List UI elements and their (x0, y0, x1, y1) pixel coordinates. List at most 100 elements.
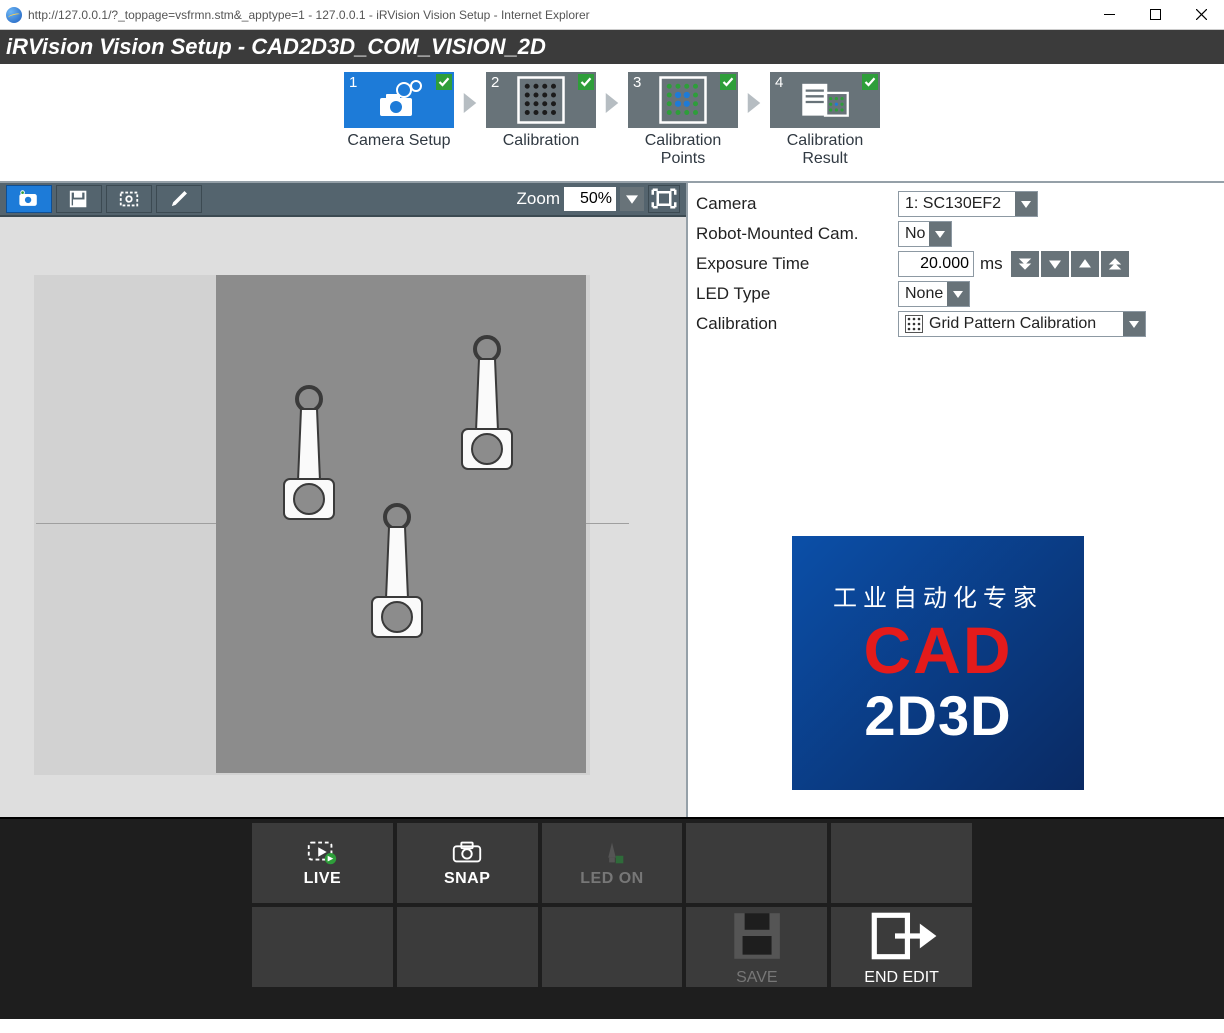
image-toolbar: Zoom 50% (0, 183, 686, 217)
app-title: iRVision Vision Setup - CAD2D3D_COM_VISI… (6, 34, 546, 60)
exposure-down-button[interactable] (1041, 251, 1069, 277)
grid-icon (905, 315, 923, 333)
wizard-step-number: 3 (633, 74, 641, 91)
robot-mounted-select[interactable]: No (898, 221, 952, 247)
prop-label: Exposure Time (696, 254, 898, 274)
led-icon (595, 838, 629, 866)
check-icon (578, 74, 594, 90)
ie-icon (6, 7, 22, 23)
exposure-time-input[interactable] (898, 251, 974, 277)
select-value: No (899, 222, 929, 246)
check-icon (436, 74, 452, 90)
wizard-step-label: Calibration (481, 132, 601, 150)
blank-button-4 (397, 907, 538, 987)
led-on-button: LED ON (542, 823, 683, 903)
button-label: END EDIT (864, 969, 939, 987)
save-icon (726, 907, 788, 965)
dropdown-icon[interactable] (947, 282, 969, 306)
grid-dots-icon (516, 80, 566, 120)
wizard-step-label: Camera Setup (339, 132, 459, 150)
exposure-fast-up-button[interactable] (1101, 251, 1129, 277)
mask-tool-button[interactable] (106, 185, 152, 213)
calibration-result-icon (800, 80, 850, 120)
wizard-arrow-icon (463, 93, 477, 118)
prop-row-camera: Camera 1: SC130EF2 (696, 189, 1216, 219)
exposure-unit: ms (980, 254, 1003, 274)
calibration-points-icon (658, 80, 708, 120)
camera-pane: Zoom 50% (0, 183, 688, 817)
blank-button-1 (686, 823, 827, 903)
window-maximize-button[interactable] (1132, 0, 1178, 30)
crosshair-line (36, 523, 222, 524)
exposure-fast-down-button[interactable] (1011, 251, 1039, 277)
button-label: LIVE (304, 870, 342, 888)
calibration-select[interactable]: Grid Pattern Calibration (898, 311, 1146, 337)
button-label: LED ON (580, 870, 643, 888)
camera-view-button[interactable] (6, 185, 52, 213)
zoom-label: Zoom (517, 189, 560, 209)
button-label: SAVE (736, 969, 778, 987)
led-type-select[interactable]: None (898, 281, 970, 307)
button-label: SNAP (444, 870, 490, 888)
app-header: iRVision Vision Setup - CAD2D3D_COM_VISI… (0, 30, 1224, 64)
end-edit-button[interactable]: END EDIT (831, 907, 972, 987)
prop-row-led-type: LED Type None (696, 279, 1216, 309)
prop-row-calibration: Calibration Grid Pattern Calibration (696, 309, 1216, 339)
brand-tagline: 工业自动化专家 (833, 578, 1043, 613)
camera-select[interactable]: 1: SC130EF2 (898, 191, 1038, 217)
save-button: SAVE (686, 907, 827, 987)
exposure-up-button[interactable] (1071, 251, 1099, 277)
zoom-value: 50% (564, 187, 616, 211)
select-value: 1: SC130EF2 (899, 192, 1015, 216)
blank-button-2 (831, 823, 972, 903)
wizard-step-calibration-result[interactable]: 4 (770, 72, 880, 128)
wizard-step-number: 1 (349, 74, 357, 91)
camera-image (216, 275, 586, 773)
wizard-arrow-icon (747, 93, 761, 118)
zoom-dropdown-button[interactable] (620, 187, 644, 211)
wizard-step-label: Calibration Points (623, 132, 743, 169)
brand-line-2d3d: 2D3D (864, 683, 1011, 748)
exit-icon (866, 907, 936, 965)
wizard-steps: 1 Camera Setup 2 (0, 64, 1224, 181)
camera-gears-icon (374, 80, 424, 120)
window-minimize-button[interactable] (1086, 0, 1132, 30)
window-close-button[interactable] (1178, 0, 1224, 30)
wizard-step-calibration-points[interactable]: 3 (628, 72, 738, 128)
wizard-step-calibration[interactable]: 2 (486, 72, 596, 128)
browser-title-text: http://127.0.0.1/?_toppage=vsfrmn.stm&_a… (28, 8, 590, 22)
snap-button[interactable]: SNAP (397, 823, 538, 903)
prop-row-exposure: Exposure Time ms (696, 249, 1216, 279)
live-button[interactable]: LIVE (252, 823, 393, 903)
prop-row-robot-mounted: Robot-Mounted Cam. No (696, 219, 1216, 249)
wizard-arrow-icon (605, 93, 619, 118)
brand-line-cad: CAD (864, 617, 1013, 683)
browser-titlebar: http://127.0.0.1/?_toppage=vsfrmn.stm&_a… (0, 0, 1224, 30)
select-value: None (899, 282, 947, 306)
dropdown-icon[interactable] (1015, 192, 1037, 216)
snap-icon (450, 838, 484, 866)
dropdown-icon[interactable] (929, 222, 951, 246)
dropdown-icon[interactable] (1123, 312, 1145, 336)
color-picker-button[interactable] (156, 185, 202, 213)
brand-logo-card: 工业自动化专家 CAD 2D3D (792, 536, 1084, 790)
wizard-step-number: 4 (775, 74, 783, 91)
wizard-step-camera-setup[interactable]: 1 (344, 72, 454, 128)
zoom-fit-button[interactable] (648, 185, 680, 213)
prop-label: Camera (696, 194, 898, 214)
prop-label: LED Type (696, 284, 898, 304)
check-icon (862, 74, 878, 90)
live-icon (305, 838, 339, 866)
blank-button-5 (542, 907, 683, 987)
check-icon (720, 74, 736, 90)
save-image-button[interactable] (56, 185, 102, 213)
wizard-step-number: 2 (491, 74, 499, 91)
calibration-value-text: Grid Pattern Calibration (929, 315, 1096, 333)
camera-view-area[interactable] (0, 217, 686, 817)
prop-label: Robot-Mounted Cam. (696, 224, 898, 244)
prop-label: Calibration (696, 314, 898, 334)
select-value: Grid Pattern Calibration (899, 312, 1123, 336)
wizard-step-label: Calibration Result (765, 132, 885, 169)
blank-button-3 (252, 907, 393, 987)
bottom-button-bar: LIVE SNAP LED ON SAVE END EDIT (0, 817, 1224, 1019)
